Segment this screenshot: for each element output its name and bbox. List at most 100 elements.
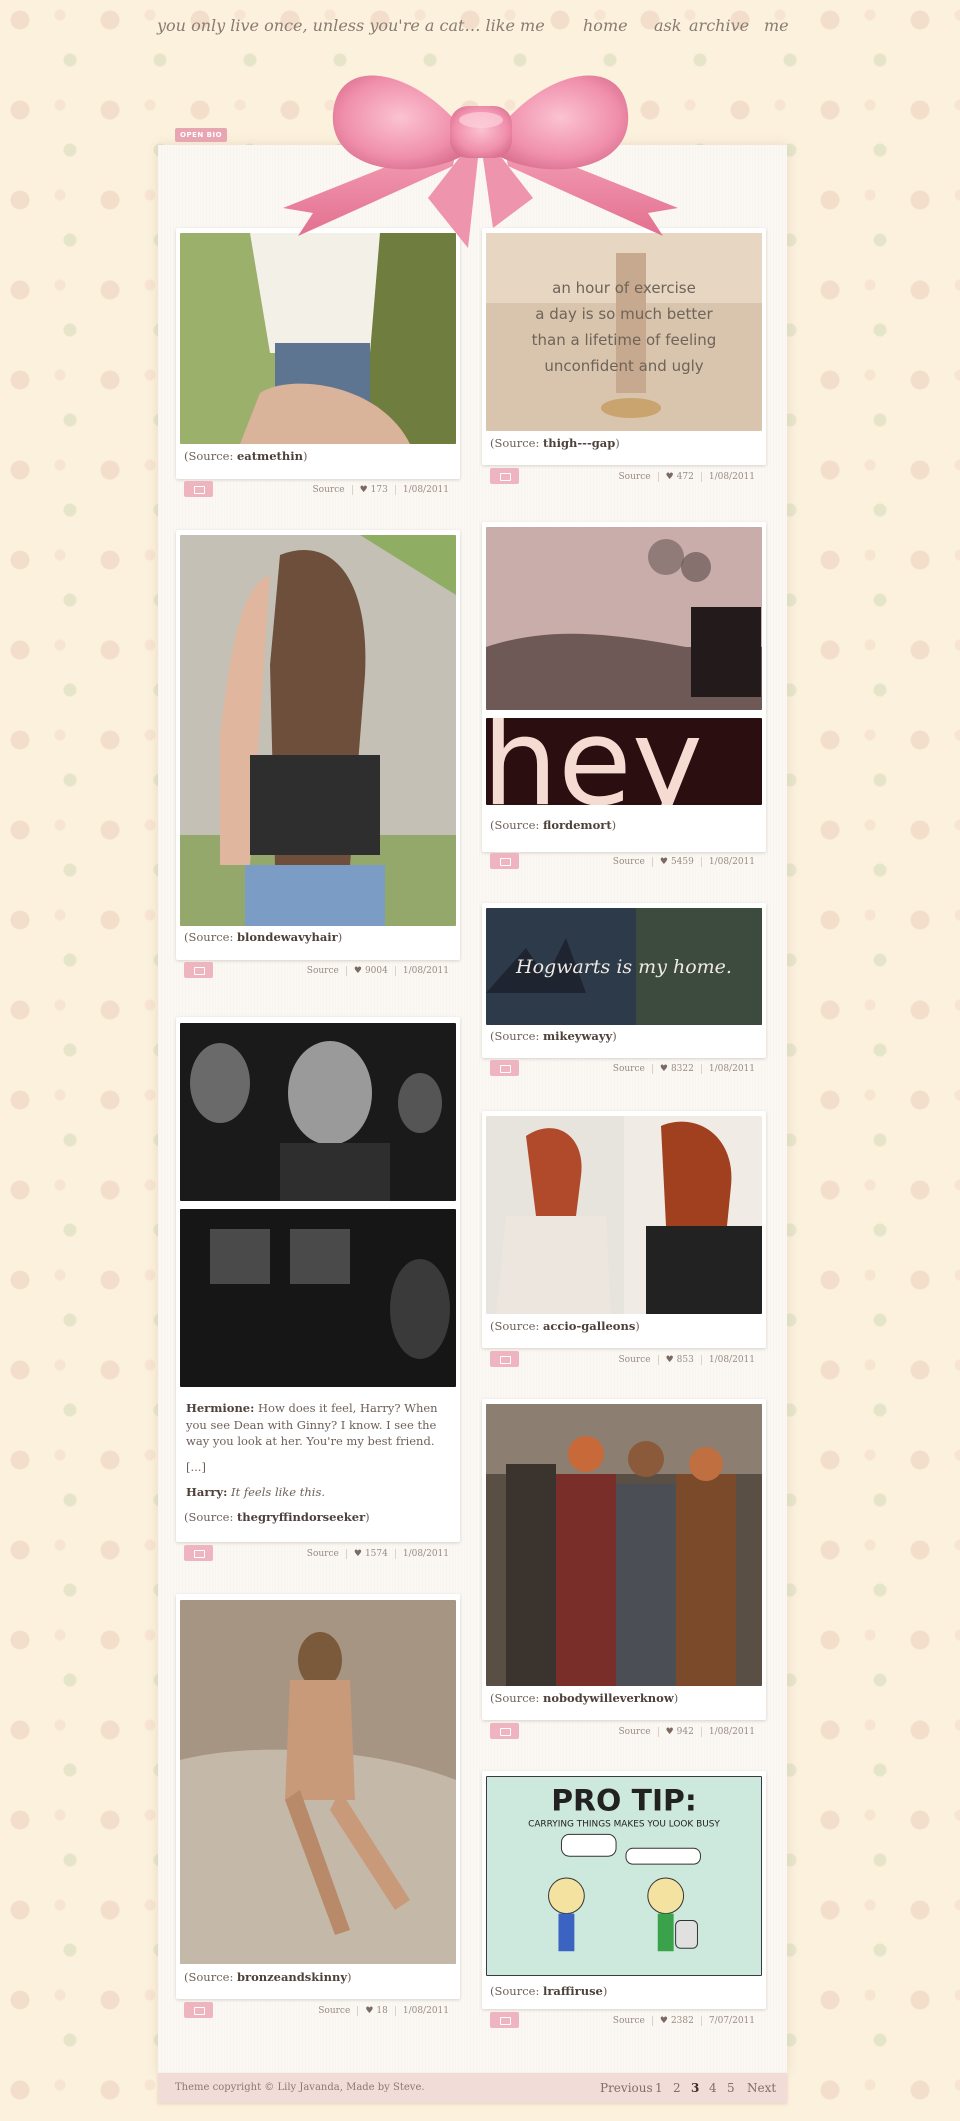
camera-icon[interactable]: [490, 853, 519, 869]
post-caption: (Source: thegryffindorseeker): [184, 1510, 370, 1524]
source-link[interactable]: eatmethin: [237, 449, 303, 463]
source-link[interactable]: thigh---gap: [543, 436, 615, 450]
notes-count[interactable]: ♥ 472: [657, 472, 701, 482]
camera-icon[interactable]: [490, 2012, 519, 2028]
notes-count[interactable]: ♥ 2382: [651, 2016, 701, 2026]
post-card: (Source: nobodywilleverknow): [482, 1399, 766, 1720]
pagination-page-2[interactable]: 2: [673, 2081, 681, 2095]
post-caption: (Source: nobodywilleverknow): [490, 1691, 679, 1705]
post-card: (Source: bronzeandskinny): [176, 1594, 460, 1999]
pagination-previous[interactable]: Previous: [600, 2081, 653, 2095]
pagination-page-4[interactable]: 4: [709, 2081, 717, 2095]
post-photo[interactable]: [180, 233, 456, 444]
notes-count[interactable]: ♥ 8322: [651, 1064, 701, 1074]
notes-count[interactable]: ♥ 173: [351, 485, 395, 495]
source-link[interactable]: flordemort: [543, 818, 612, 832]
post-photo[interactable]: [180, 1209, 456, 1387]
source-link[interactable]: nobodywilleverknow: [543, 1691, 674, 1705]
post-photo[interactable]: [486, 1116, 762, 1314]
post-date[interactable]: 1/08/2011: [394, 966, 456, 976]
camera-icon[interactable]: [184, 481, 213, 497]
post-photo[interactable]: hey: [486, 718, 762, 805]
post-meta: Source ♥ 9004 1/08/2011: [300, 966, 456, 976]
heart-icon: ♥: [665, 1727, 674, 1737]
source-link[interactable]: mikeywayy: [543, 1029, 612, 1043]
post-meta: Source ♥ 173 1/08/2011: [306, 485, 456, 495]
post-caption: (Source: lraffiruse): [490, 1984, 608, 1998]
post-date[interactable]: 1/08/2011: [700, 472, 762, 482]
camera-icon[interactable]: [184, 962, 213, 978]
source-link[interactable]: Source: [612, 472, 658, 482]
source-link[interactable]: Source: [612, 1727, 658, 1737]
source-link[interactable]: Source: [606, 857, 652, 867]
source-link[interactable]: thegryffindorseeker: [237, 1510, 365, 1524]
notes-count[interactable]: ♥ 18: [357, 2006, 395, 2016]
nav-ask-link[interactable]: ask: [654, 16, 681, 35]
post-date[interactable]: 1/08/2011: [394, 485, 456, 495]
post-photo[interactable]: [180, 535, 456, 926]
post-date[interactable]: 7/07/2011: [700, 2016, 762, 2026]
post-date[interactable]: 1/08/2011: [394, 1549, 456, 1559]
source-link[interactable]: lraffiruse: [543, 1984, 603, 1998]
source-link[interactable]: Source: [606, 2016, 652, 2026]
source-link[interactable]: Source: [300, 1549, 346, 1559]
pagination-next[interactable]: Next: [747, 2081, 776, 2095]
notes-count[interactable]: ♥ 942: [657, 1727, 701, 1737]
image-text: Hogwarts is my home.: [515, 956, 732, 978]
camera-icon[interactable]: [184, 1545, 213, 1561]
post-date[interactable]: 1/08/2011: [700, 1064, 762, 1074]
camera-icon[interactable]: [490, 468, 519, 484]
source-link[interactable]: Source: [311, 2006, 357, 2016]
post-photo[interactable]: PRO TIP: CARRYING THINGS MAKES YOU LOOK B…: [486, 1776, 762, 1976]
notes-count[interactable]: ♥ 9004: [345, 966, 395, 976]
image-text: than a lifetime of feeling: [532, 331, 717, 349]
source-link[interactable]: accio-galleons: [543, 1319, 635, 1333]
notes-count[interactable]: ♥ 853: [657, 1355, 701, 1365]
pagination-page-3[interactable]: 3: [691, 2081, 699, 2095]
source-link[interactable]: Source: [300, 966, 346, 976]
nav-me-link[interactable]: me: [764, 16, 789, 35]
source-link[interactable]: bronzeandskinny: [237, 1970, 347, 1984]
post-photo[interactable]: Hogwarts is my home.: [486, 908, 762, 1025]
camera-icon[interactable]: [184, 2002, 213, 2018]
camera-icon[interactable]: [490, 1351, 519, 1367]
source-link[interactable]: Source: [612, 1355, 658, 1365]
heart-icon: ♥: [353, 1549, 362, 1559]
heart-icon: ♥: [353, 966, 362, 976]
open-bio-button[interactable]: OPEN BIO: [175, 128, 228, 142]
post-meta: Source ♥ 1574 1/08/2011: [300, 1549, 456, 1559]
post-photo[interactable]: [180, 1600, 456, 1964]
camera-icon[interactable]: [490, 1060, 519, 1076]
source-link[interactable]: Source: [306, 485, 352, 495]
heart-icon: ♥: [665, 1355, 674, 1365]
post-photo[interactable]: [180, 1023, 456, 1201]
image-text: an hour of exercise: [552, 279, 696, 297]
post-card: an hour of exercise a day is so much bett…: [482, 228, 766, 465]
source-link[interactable]: blondewavyhair: [237, 930, 338, 944]
post-photo[interactable]: [486, 1404, 762, 1686]
post-date[interactable]: 1/08/2011: [394, 2006, 456, 2016]
notes-count[interactable]: ♥ 1574: [345, 1549, 395, 1559]
image-text: CARRYING THINGS MAKES YOU LOOK BUSY: [528, 1820, 720, 1830]
camera-icon[interactable]: [490, 1723, 519, 1739]
post-photo[interactable]: [486, 527, 762, 710]
nav-archive-link[interactable]: archive: [689, 16, 749, 35]
post-date[interactable]: 1/08/2011: [700, 1355, 762, 1365]
post-date[interactable]: 1/08/2011: [700, 857, 762, 867]
post-photo[interactable]: an hour of exercise a day is so much bett…: [486, 233, 762, 431]
heart-icon: ♥: [359, 485, 368, 495]
heart-icon: ♥: [659, 857, 668, 867]
post-meta: Source ♥ 18 1/08/2011: [311, 2006, 456, 2016]
heart-icon: ♥: [659, 1064, 668, 1074]
nav-home-link[interactable]: home: [583, 16, 628, 35]
post-card: Hermione: How does it feel, Harry? When …: [176, 1017, 460, 1542]
source-link[interactable]: Source: [606, 1064, 652, 1074]
post-card: (Source: accio-galleons): [482, 1111, 766, 1348]
notes-count[interactable]: ♥ 5459: [651, 857, 701, 867]
copyright-text: Theme copyright © Lily Javanda, Made by …: [175, 2082, 425, 2093]
post-date[interactable]: 1/08/2011: [700, 1727, 762, 1737]
pagination-page-5[interactable]: 5: [727, 2081, 735, 2095]
pagination-page-1[interactable]: 1: [655, 2081, 663, 2095]
post-meta: Source ♥ 8322 1/08/2011: [606, 1064, 762, 1074]
image-text: unconfident and ugly: [544, 357, 703, 375]
